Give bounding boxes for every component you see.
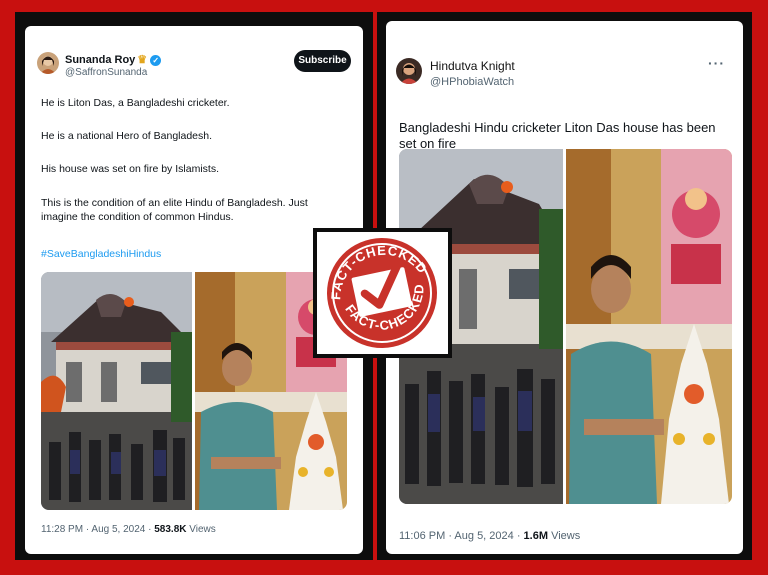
left-tweet-line-2: He is a national Hero of Bangladesh. [41,130,213,142]
crown-emoji-icon: ♛ [137,54,148,66]
fact-checked-stamp: FACT-CHECKED FACT-CHECKED [313,228,452,358]
left-views-count: 583.8K [154,524,187,535]
verified-badge-icon: ✓ [150,54,162,66]
left-tweet-timestamp[interactable]: 11:28 PM · Aug 5, 2024 · [41,524,151,535]
left-author-name[interactable]: Sunanda Roy [65,54,135,66]
subscribe-button[interactable]: Subscribe [294,50,351,72]
right-views-count: 1.6M [523,530,549,542]
right-tweet-text: Bangladeshi Hindu cricketer Liton Das ho… [399,120,716,151]
left-author-avatar[interactable] [37,52,59,74]
right-tweet-timestamp[interactable]: 11:06 PM · Aug 5, 2024 · [399,530,520,542]
right-author-avatar[interactable] [396,58,422,84]
left-author-name-row[interactable]: Sunanda Roy ♛ ✓ [65,53,162,66]
burning-house-photo [41,272,192,510]
stamp-graphic: FACT-CHECKED FACT-CHECKED [319,233,437,348]
left-tweet-line-3: His house was set on fire by Islamists. [41,163,219,175]
stamp-background: FACT-CHECKED FACT-CHECKED [317,232,448,354]
right-author-handle[interactable]: @HPhobiaWatch [430,76,514,88]
left-tweet-media[interactable] [41,272,347,510]
left-tweet-line-4: This is the condition of an elite Hindu … [41,197,308,223]
more-options-icon[interactable]: ··· [708,55,725,71]
right-views-label: Views [551,530,581,542]
right-author-name[interactable]: Hindutva Knight [430,59,515,73]
right-tweet-footer: 11:06 PM · Aug 5, 2024 · 1.6M Views [399,530,580,542]
left-tweet-footer: 11:28 PM · Aug 5, 2024 · 583.8K Views [41,524,216,535]
left-views-label: Views [189,524,216,535]
cricketer-temple-photo [566,149,732,504]
left-hashtag-link[interactable]: #SaveBangladeshiHindus [41,247,161,261]
left-tweet-line-1: He is Liton Das, a Bangladeshi cricketer… [41,97,230,109]
left-author-handle[interactable]: @SaffronSunanda [65,67,147,78]
